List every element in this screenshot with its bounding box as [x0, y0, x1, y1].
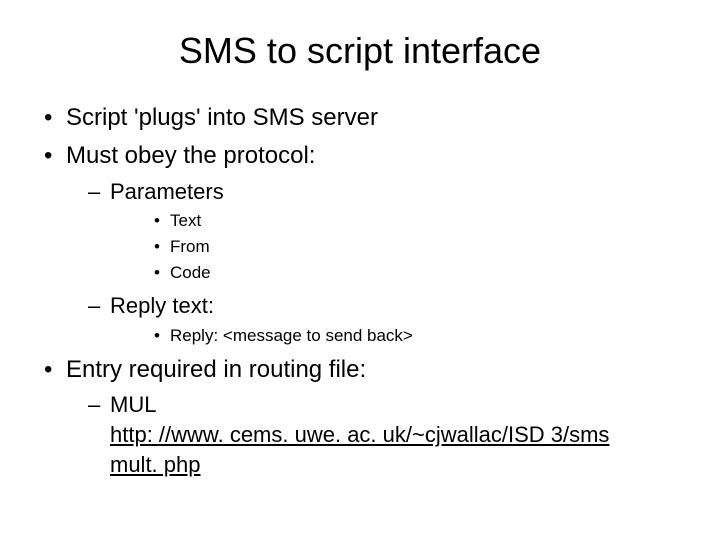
slide: SMS to script interface Script 'plugs' i… — [0, 0, 720, 505]
routing-url-link[interactable]: http: //www. cems. uwe. ac. uk/~cjwallac… — [110, 422, 609, 447]
bullet-list-level2: Parameters Text From Code Repl — [66, 177, 680, 348]
bullet-item: Reply: <message to send back> — [110, 325, 680, 348]
bullet-list-level1: Script 'plugs' into SMS server Must obey… — [40, 102, 680, 479]
bullet-text: Parameters — [110, 179, 224, 204]
routing-url-link-continued[interactable]: mult. php — [110, 450, 680, 480]
bullet-list-level2: MUL http: //www. cems. uwe. ac. uk/~cjwa… — [66, 390, 680, 479]
bullet-item: Text — [110, 210, 680, 233]
bullet-item: Reply text: Reply: <message to send back… — [66, 291, 680, 348]
bullet-list-level3: Reply: <message to send back> — [110, 325, 680, 348]
bullet-item: MUL http: //www. cems. uwe. ac. uk/~cjwa… — [66, 390, 680, 479]
bullet-text: Reply text: — [110, 293, 214, 318]
bullet-item: Script 'plugs' into SMS server — [40, 102, 680, 134]
bullet-text: Text — [170, 211, 201, 230]
bullet-text: Script 'plugs' into SMS server — [66, 104, 378, 131]
bullet-list-level3: Text From Code — [110, 210, 680, 285]
bullet-text: From — [170, 237, 210, 256]
bullet-item: Entry required in routing file: MUL http… — [40, 354, 680, 479]
bullet-item: Code — [110, 262, 680, 285]
bullet-item: Parameters Text From Code — [66, 177, 680, 286]
bullet-text: MUL — [110, 392, 156, 417]
bullet-text: Must obey the protocol: — [66, 142, 315, 169]
slide-title: SMS to script interface — [40, 30, 680, 72]
bullet-text: Entry required in routing file: — [66, 356, 366, 383]
bullet-item: Must obey the protocol: Parameters Text … — [40, 140, 680, 348]
bullet-text: Reply: <message to send back> — [170, 326, 413, 345]
bullet-text: Code — [170, 263, 211, 282]
bullet-item: From — [110, 236, 680, 259]
